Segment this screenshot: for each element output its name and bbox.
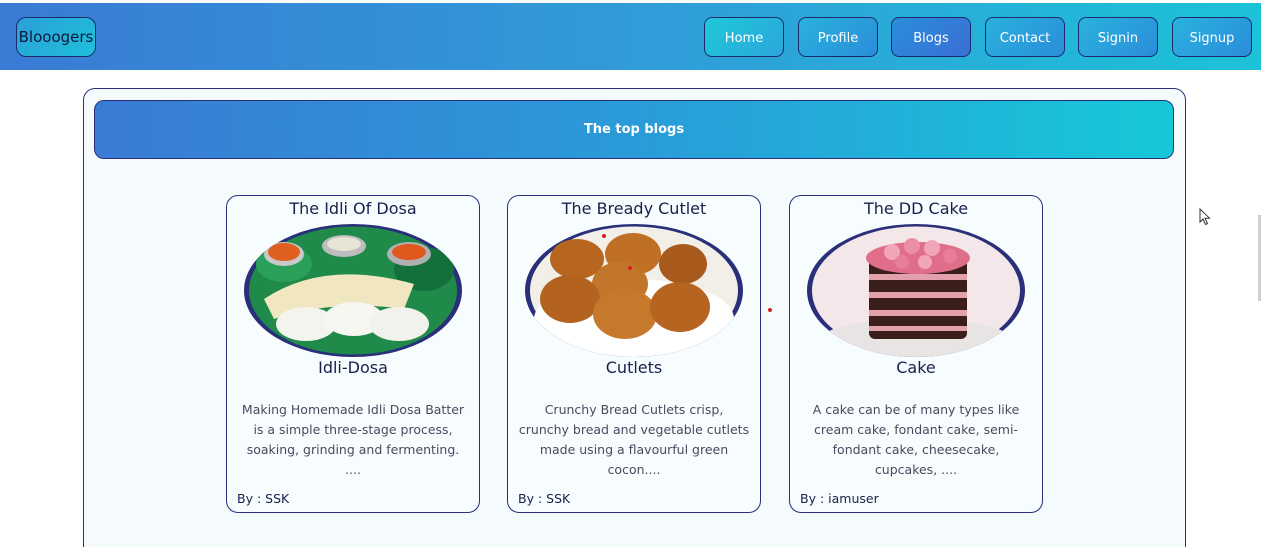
top-blogs-banner: The top blogs (94, 100, 1174, 159)
marker-dot (602, 234, 606, 238)
marker-dot (628, 266, 632, 270)
blog-card-cutlets[interactable]: The Bready Cutlet Cutlets Crunchy Bread … (507, 195, 761, 513)
nav-signup-button[interactable]: Signup (1172, 17, 1252, 57)
card-title: The DD Cake (863, 199, 969, 218)
card-subtitle: Cake (896, 358, 936, 377)
blog-card-cake[interactable]: The DD Cake Cake A cake can be of many t… (789, 195, 1043, 513)
nav-contact-button[interactable]: Contact (985, 17, 1065, 57)
card-description: Making Homemade Idli Dosa Batter is a si… (241, 402, 465, 477)
nav-home-button[interactable]: Home (704, 17, 784, 57)
card-author: By : SSK (518, 491, 571, 506)
card-title: The Bready Cutlet (561, 199, 707, 218)
nav-blogs-button[interactable]: Blogs (891, 17, 971, 57)
card-author: By : SSK (237, 491, 290, 506)
cake-image (807, 224, 1025, 357)
nav-profile-button[interactable]: Profile (798, 17, 878, 57)
mouse-cursor-icon (1199, 207, 1211, 230)
card-author: By : iamuser (800, 491, 879, 506)
navbar: Blooogers Home Profile Blogs Contact Sig… (0, 3, 1261, 70)
idli-dosa-image (244, 224, 462, 357)
nav-signin-button[interactable]: Signin (1078, 17, 1158, 57)
card-subtitle: Idli-Dosa (318, 358, 388, 377)
card-title: The Idli Of Dosa (289, 199, 417, 218)
cutlets-image (525, 224, 743, 357)
card-description: Crunchy Bread Cutlets crisp, crunchy bre… (518, 402, 750, 477)
brand-logo-button[interactable]: Blooogers (16, 17, 96, 57)
card-subtitle: Cutlets (605, 358, 663, 377)
marker-dot (768, 308, 772, 312)
blogs-container: The top blogs The Idli Of Dosa Idli-Dosa (83, 88, 1186, 547)
card-description: A cake can be of many types like cream c… (812, 402, 1020, 477)
blog-card-idli-dosa[interactable]: The Idli Of Dosa Idli-Dosa Making Homema… (226, 195, 480, 513)
